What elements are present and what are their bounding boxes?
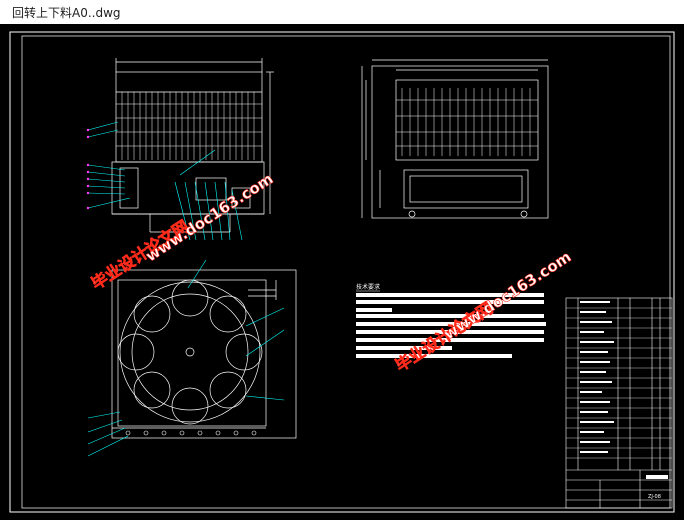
title-block-code: ZJ-08	[648, 494, 661, 500]
front-view-leaders	[87, 121, 243, 241]
watermark-1: 毕业设计论文网 www.doc163.com	[88, 169, 277, 293]
parts-list-text	[580, 301, 668, 479]
top-view-leaders	[87, 259, 285, 457]
notes-heading: 技术要求	[356, 283, 380, 291]
side-view	[361, 59, 549, 219]
window-title: 回转上下料A0..dwg	[12, 6, 121, 20]
top-view	[111, 269, 297, 439]
window-titlebar: 回转上下料A0..dwg	[0, 0, 684, 25]
top-view-bolts	[125, 430, 257, 436]
drawing-canvas[interactable]: 技术要求 ZJ-08 毕业设计论文网 www.doc163.com 毕业设计论文…	[0, 24, 684, 520]
front-view	[111, 58, 274, 233]
watermark-url-1: www.doc163.com	[142, 170, 276, 266]
cad-drawing: 技术要求 ZJ-08 毕业设计论文网 www.doc163.com 毕业设计论文…	[9, 31, 675, 513]
